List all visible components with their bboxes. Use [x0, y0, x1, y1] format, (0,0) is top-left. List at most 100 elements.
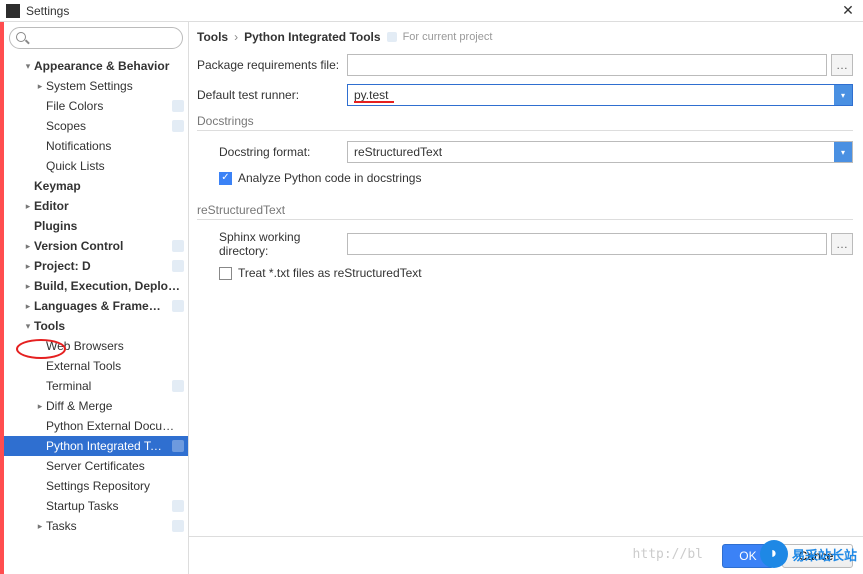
chevron-icon: ▸: [34, 401, 46, 412]
sidebar-item-label: Keymap: [34, 179, 184, 193]
left-accent-bar: [0, 22, 4, 574]
treat-txt-label: Treat *.txt files as reStructuredText: [238, 266, 422, 280]
sidebar-item-label: Tasks: [46, 519, 168, 533]
chevron-icon: ▸: [34, 81, 46, 92]
close-icon[interactable]: ✕: [839, 2, 857, 19]
sidebar-item-python-integrated-tools[interactable]: Python Integrated Tools: [4, 436, 188, 456]
sidebar-item-project-d[interactable]: ▸Project: D: [4, 256, 188, 276]
sidebar-item-scopes[interactable]: Scopes: [4, 116, 188, 136]
sidebar-item-label: Settings Repository: [46, 479, 184, 493]
window-title: Settings: [26, 4, 69, 18]
project-badge-icon: [172, 380, 184, 392]
sidebar-item-label: Editor: [34, 199, 184, 213]
sidebar-item-plugins[interactable]: Plugins: [4, 216, 188, 236]
chevron-icon: ▸: [22, 201, 34, 212]
sidebar-item-notifications[interactable]: Notifications: [4, 136, 188, 156]
sidebar-item-label: Quick Lists: [46, 159, 184, 173]
watermark-logo: ◗ 易采站长站: [760, 540, 857, 568]
for-current-project: For current project: [403, 31, 493, 43]
project-badge-icon: [172, 500, 184, 512]
project-badge-icon: [172, 440, 184, 452]
sphinx-dir-browse-button[interactable]: …: [831, 233, 853, 255]
sidebar-item-label: Server Certificates: [46, 459, 184, 473]
settings-tree: ▾Appearance & Behavior▸System SettingsFi…: [4, 54, 188, 574]
chevron-icon: ▸: [22, 261, 34, 272]
sidebar-item-build-execution-deployment[interactable]: ▸Build, Execution, Deployment: [4, 276, 188, 296]
chevron-down-icon[interactable]: ▾: [834, 142, 852, 162]
sidebar-item-label: Project: D: [34, 259, 168, 273]
sidebar-item-keymap[interactable]: Keymap: [4, 176, 188, 196]
red-underline-mark: [354, 101, 394, 103]
sidebar-item-label: Plugins: [34, 219, 184, 233]
chevron-down-icon[interactable]: ▾: [834, 85, 852, 105]
sidebar-item-label: Python Integrated Tools: [46, 439, 168, 453]
pkg-req-input[interactable]: [347, 54, 827, 76]
project-badge-icon: [387, 32, 397, 42]
sidebar-item-python-external-documentatic[interactable]: Python External Documentatic: [4, 416, 188, 436]
project-badge-icon: [172, 100, 184, 112]
analyze-label: Analyze Python code in docstrings: [238, 171, 421, 185]
sidebar-item-label: Version Control: [34, 239, 168, 253]
sidebar-item-label: Diff & Merge: [46, 399, 184, 413]
docstring-format-select[interactable]: reStructuredText ▾: [347, 141, 853, 163]
sidebar-item-label: Startup Tasks: [46, 499, 168, 513]
project-badge-icon: [172, 520, 184, 532]
breadcrumb-tools: Tools: [197, 30, 228, 44]
sidebar-item-version-control[interactable]: ▸Version Control: [4, 236, 188, 256]
main-panel: Tools › Python Integrated Tools For curr…: [189, 22, 863, 574]
sidebar-item-label: Scopes: [46, 119, 168, 133]
sidebar-item-terminal[interactable]: Terminal: [4, 376, 188, 396]
rst-section: reStructuredText: [197, 203, 853, 220]
test-runner-label: Default test runner:: [197, 88, 347, 102]
sidebar-item-tools[interactable]: ▾Tools: [4, 316, 188, 336]
chevron-icon: ▾: [22, 321, 34, 332]
sphinx-dir-label: Sphinx working directory:: [197, 230, 347, 258]
breadcrumb-page: Python Integrated Tools: [244, 30, 380, 44]
sidebar-item-label: Languages & Frameworks: [34, 299, 168, 313]
sidebar-item-label: Build, Execution, Deployment: [34, 279, 184, 293]
chevron-icon: ▾: [22, 61, 34, 72]
sidebar-item-web-browsers[interactable]: Web Browsers: [4, 336, 188, 356]
sidebar-item-label: Tools: [34, 319, 184, 333]
watermark-text: 易采站长站: [792, 545, 857, 564]
sidebar-item-label: Notifications: [46, 139, 184, 153]
sidebar-item-label: System Settings: [46, 79, 184, 93]
project-badge-icon: [172, 300, 184, 312]
sidebar-item-label: File Colors: [46, 99, 168, 113]
docstrings-section: Docstrings: [197, 114, 853, 131]
search-input[interactable]: [9, 27, 183, 49]
sidebar-item-label: Appearance & Behavior: [34, 59, 184, 73]
sphinx-dir-input[interactable]: [347, 233, 827, 255]
chevron-icon: ▸: [34, 521, 46, 532]
sidebar: ▾Appearance & Behavior▸System SettingsFi…: [4, 22, 189, 574]
sidebar-item-startup-tasks[interactable]: Startup Tasks: [4, 496, 188, 516]
docstring-format-value: reStructuredText: [354, 145, 442, 159]
sidebar-item-server-certificates[interactable]: Server Certificates: [4, 456, 188, 476]
sidebar-item-diff-merge[interactable]: ▸Diff & Merge: [4, 396, 188, 416]
sidebar-item-external-tools[interactable]: External Tools: [4, 356, 188, 376]
sidebar-item-languages-frameworks[interactable]: ▸Languages & Frameworks: [4, 296, 188, 316]
breadcrumb-sep: ›: [234, 30, 238, 44]
docstring-format-label: Docstring format:: [197, 145, 347, 159]
project-badge-icon: [172, 240, 184, 252]
sidebar-item-label: External Tools: [46, 359, 184, 373]
analyze-checkbox[interactable]: ✓: [219, 172, 232, 185]
search-icon: [16, 32, 26, 42]
titlebar: Settings ✕: [0, 0, 863, 22]
pkg-req-browse-button[interactable]: …: [831, 54, 853, 76]
sidebar-item-appearance-behavior[interactable]: ▾Appearance & Behavior: [4, 56, 188, 76]
breadcrumb: Tools › Python Integrated Tools For curr…: [197, 30, 853, 44]
sidebar-item-settings-repository[interactable]: Settings Repository: [4, 476, 188, 496]
watermark-url: http://bl: [633, 547, 703, 562]
sidebar-item-file-colors[interactable]: File Colors: [4, 96, 188, 116]
project-badge-icon: [172, 260, 184, 272]
sidebar-item-system-settings[interactable]: ▸System Settings: [4, 76, 188, 96]
sidebar-item-label: Terminal: [46, 379, 168, 393]
search-wrap: [4, 22, 188, 54]
test-runner-select[interactable]: py.test ▾: [347, 84, 853, 106]
treat-txt-checkbox[interactable]: [219, 267, 232, 280]
pkg-req-label: Package requirements file:: [197, 58, 347, 72]
sidebar-item-editor[interactable]: ▸Editor: [4, 196, 188, 216]
sidebar-item-quick-lists[interactable]: Quick Lists: [4, 156, 188, 176]
sidebar-item-tasks[interactable]: ▸Tasks: [4, 516, 188, 536]
